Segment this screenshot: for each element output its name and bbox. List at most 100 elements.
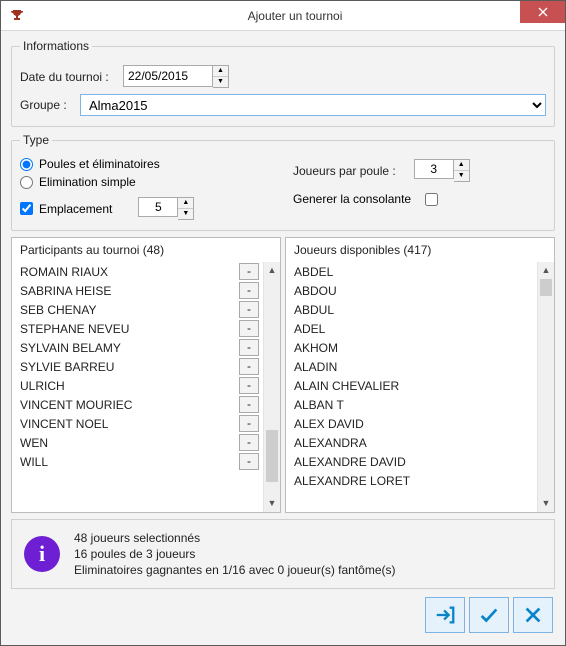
date-field[interactable] <box>123 65 213 87</box>
participants-list: Participants au tournoi (48) ROMAIN RIAU… <box>11 237 281 513</box>
radio-elimination[interactable] <box>20 176 33 189</box>
list-item[interactable]: ROMAIN RIAUX- <box>20 262 263 281</box>
disponibles-items[interactable]: ABDEL ABDOU ABDUL ADEL AKHOM ALADIN ALAIN CHEV… <box>286 262 537 512</box>
remove-button[interactable]: - <box>239 396 259 413</box>
list-item[interactable]: SYLVIE BARREU- <box>20 357 263 376</box>
informations-group: Informations Date du tournoi : ▲ ▼ Group… <box>11 39 555 127</box>
participant-name: SABRINA HEISE <box>20 284 239 298</box>
participant-name: VINCENT MOURIEC <box>20 398 239 412</box>
player-name: ADEL <box>294 322 537 336</box>
date-spinner[interactable]: ▲ ▼ <box>213 65 229 88</box>
spin-down-icon[interactable]: ▼ <box>213 77 228 87</box>
scroll-down-icon[interactable]: ▼ <box>264 495 280 512</box>
disponibles-list: Joueurs disponibles (417) ABDEL ABDOU ABDU… <box>285 237 555 513</box>
checkbox-emplacement-label: Emplacement <box>39 202 112 216</box>
remove-button[interactable]: - <box>239 434 259 451</box>
info-line1: 48 joueurs selectionnés <box>74 530 396 546</box>
groupe-select[interactable]: Alma2015 <box>80 94 546 116</box>
remove-button[interactable]: - <box>239 358 259 375</box>
type-group: Type Poules et éliminatoires Elimination… <box>11 133 555 231</box>
disponibles-header: Joueurs disponibles (417) <box>286 238 554 262</box>
remove-button[interactable]: - <box>239 339 259 356</box>
participant-name: STEPHANE NEVEU <box>20 322 239 336</box>
scroll-thumb[interactable] <box>540 279 552 296</box>
informations-legend: Informations <box>20 39 92 53</box>
joueurs-input[interactable]: ▲ ▼ <box>414 159 470 182</box>
checkbox-emplacement[interactable] <box>20 202 33 215</box>
generer-label: Generer la consolante <box>293 192 411 206</box>
list-item[interactable]: STEPHANE NEVEU- <box>20 319 263 338</box>
emplacement-input[interactable]: ▲ ▼ <box>138 197 194 220</box>
radio-poules[interactable] <box>20 158 33 171</box>
list-item[interactable]: ALEXANDRE DAVID <box>294 452 537 471</box>
list-item[interactable]: AKHOM <box>294 338 537 357</box>
close-button[interactable] <box>520 1 565 23</box>
player-name: ALEX DAVID <box>294 417 537 431</box>
cancel-button[interactable] <box>513 597 553 633</box>
list-item[interactable]: ALAIN CHEVALIER <box>294 376 537 395</box>
list-item[interactable]: SYLVAIN BELAMY- <box>20 338 263 357</box>
scroll-thumb[interactable] <box>266 430 278 482</box>
remove-button[interactable]: - <box>239 453 259 470</box>
checkbox-generer[interactable] <box>425 193 438 206</box>
emplacement-spinner[interactable]: ▲ ▼ <box>178 197 194 220</box>
player-name: ABDUL <box>294 303 537 317</box>
player-name: ALBAN T <box>294 398 537 412</box>
list-item[interactable]: ALADIN <box>294 357 537 376</box>
scrollbar[interactable]: ▲ ▼ <box>537 262 554 512</box>
spin-up-icon[interactable]: ▲ <box>213 66 228 77</box>
joueurs-spinner[interactable]: ▲ ▼ <box>454 159 470 182</box>
list-item[interactable]: VINCENT NOEL- <box>20 414 263 433</box>
participants-header: Participants au tournoi (48) <box>12 238 280 262</box>
list-item[interactable]: ALEX DAVID <box>294 414 537 433</box>
emplacement-field[interactable] <box>138 197 178 217</box>
list-item[interactable]: WILL- <box>20 452 263 471</box>
participant-name: SYLVAIN BELAMY <box>20 341 239 355</box>
joueurs-label: Joueurs par poule : <box>293 164 396 178</box>
list-item[interactable]: ABDOU <box>294 281 537 300</box>
remove-button[interactable]: - <box>239 263 259 280</box>
groupe-label: Groupe : <box>20 98 72 112</box>
lists-container: Participants au tournoi (48) ROMAIN RIAU… <box>11 237 555 513</box>
player-name: ABDOU <box>294 284 537 298</box>
date-input[interactable]: ▲ ▼ <box>123 65 229 88</box>
scroll-down-icon[interactable]: ▼ <box>538 495 554 512</box>
list-item[interactable]: ADEL <box>294 319 537 338</box>
radio-poules-label: Poules et éliminatoires <box>39 157 160 171</box>
player-name: ALAIN CHEVALIER <box>294 379 537 393</box>
info-text: 48 joueurs selectionnés 16 poules de 3 j… <box>74 530 396 578</box>
remove-button[interactable]: - <box>239 415 259 432</box>
list-item[interactable]: WEN- <box>20 433 263 452</box>
info-icon: i <box>24 536 60 572</box>
remove-button[interactable]: - <box>239 301 259 318</box>
scrollbar[interactable]: ▲ ▼ <box>263 262 280 512</box>
list-item[interactable]: ABDUL <box>294 300 537 319</box>
spin-up-icon[interactable]: ▲ <box>454 160 469 171</box>
scroll-up-icon[interactable]: ▲ <box>264 262 280 279</box>
list-item[interactable]: SEB CHENAY- <box>20 300 263 319</box>
player-name: ALADIN <box>294 360 537 374</box>
spin-down-icon[interactable]: ▼ <box>454 171 469 181</box>
remove-button[interactable]: - <box>239 377 259 394</box>
spin-down-icon[interactable]: ▼ <box>178 209 193 219</box>
list-item[interactable]: ALEXANDRA <box>294 433 537 452</box>
list-item[interactable]: ABDEL <box>294 262 537 281</box>
list-item[interactable]: VINCENT MOURIEC- <box>20 395 263 414</box>
remove-button[interactable]: - <box>239 320 259 337</box>
radio-elimination-label: Elimination simple <box>39 175 136 189</box>
remove-button[interactable]: - <box>239 282 259 299</box>
list-item[interactable]: ALEXANDRE LORET <box>294 471 537 490</box>
import-button[interactable] <box>425 597 465 633</box>
list-item[interactable]: ULRICH- <box>20 376 263 395</box>
scroll-up-icon[interactable]: ▲ <box>538 262 554 279</box>
player-name: AKHOM <box>294 341 537 355</box>
list-item[interactable]: ALBAN T <box>294 395 537 414</box>
joueurs-field[interactable] <box>414 159 454 179</box>
trophy-icon <box>9 8 25 24</box>
info-panel: i 48 joueurs selectionnés 16 poules de 3… <box>11 519 555 589</box>
spin-up-icon[interactable]: ▲ <box>178 198 193 209</box>
player-name: ALEXANDRE LORET <box>294 474 537 488</box>
ok-button[interactable] <box>469 597 509 633</box>
list-item[interactable]: SABRINA HEISE- <box>20 281 263 300</box>
participants-items[interactable]: ROMAIN RIAUX-SABRINA HEISE-SEB CHENAY-ST… <box>12 262 263 512</box>
